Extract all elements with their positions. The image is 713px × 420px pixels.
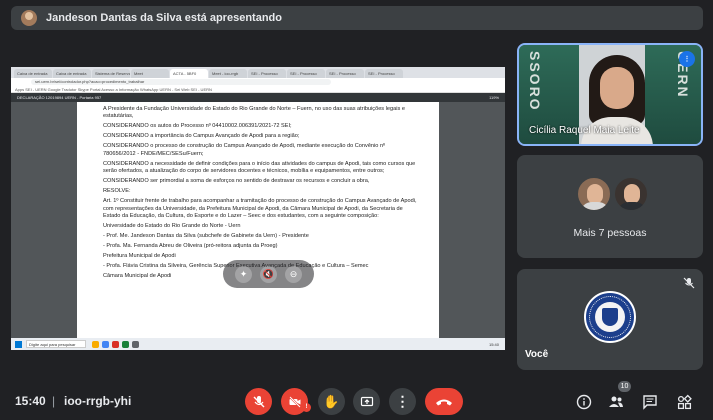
document-paragraph: A Presidente da Fundação Universidade do… <box>103 106 405 120</box>
pdf-title: DECLARAÇÃO 12019894 UERN - Portaria 957 <box>17 95 102 100</box>
browser-tab: SEI - Processo <box>287 69 325 78</box>
browser-tab: Caixa de entrada <box>14 69 52 78</box>
present-button[interactable] <box>353 388 380 415</box>
separator: | <box>52 394 56 408</box>
mic-toggle-button[interactable] <box>245 388 272 415</box>
people-count-badge: 10 <box>618 381 631 392</box>
windows-start-icon <box>15 340 22 348</box>
pdf-zoom: 119% <box>489 95 499 100</box>
browser-url: sei.uern.br/sei/controlador.php?acao=pro… <box>31 79 331 85</box>
browser-tab: Sistema de Reservas <box>92 69 130 78</box>
presenter-banner: Jandeson Dantas da Silva está apresentan… <box>11 6 703 30</box>
participant-avatar <box>577 177 611 211</box>
participant-avatar <box>614 177 648 211</box>
participant-tile-more[interactable]: Mais 7 pessoas <box>517 155 703 258</box>
document-paragraph: Universidade do Estado do Rio Grande do … <box>103 223 241 230</box>
chat-button[interactable] <box>641 393 659 411</box>
chrome-icon <box>102 340 109 348</box>
browser-bookmarks: Apps SEI - UERN Google Tradutor Skype Po… <box>11 86 505 93</box>
document-paragraph: RESOLVE: <box>103 188 131 195</box>
participant-tile-pinned[interactable]: SSORO UERN ⋮ Cicília Raquel Maia Leite <box>517 43 703 146</box>
pin-icon[interactable]: ✦ <box>235 265 252 283</box>
app-icon <box>132 340 139 348</box>
document-page: A Presidente da Fundação Universidade do… <box>77 102 439 338</box>
browser-tab: ACTA - 5BF0 <box>170 69 208 78</box>
document-paragraph: CONSIDERANDO os autos do Processo nº 044… <box>103 123 292 130</box>
activities-icon <box>677 394 692 410</box>
document-paragraph: CONSIDERANDO a necessidade de definir co… <box>103 160 416 175</box>
meeting-time: 15:40 <box>15 394 46 408</box>
shared-screen: Caixa de entrada Caixa de entrada Sistem… <box>11 67 505 350</box>
browser-tab-strip: Caixa de entrada Caixa de entrada Sistem… <box>11 67 505 78</box>
mute-presentation-icon[interactable]: 🔇 <box>260 265 277 283</box>
document-paragraph: Art. 1º Constituir frente de trabalho pa… <box>103 198 417 220</box>
taskbar-search: Digite aqui para pesquisar <box>26 340 86 348</box>
speaking-icon: ⋮ <box>679 51 695 67</box>
uern-logo <box>584 291 636 343</box>
meeting-details-button[interactable] <box>575 393 593 411</box>
browser-tab: Caixa de entrada <box>53 69 91 78</box>
taskbar-clock: 15:40 <box>488 341 499 347</box>
mic-off-icon <box>683 277 695 292</box>
end-call-icon <box>436 399 452 405</box>
presenter-avatar <box>21 10 37 26</box>
camera-off-icon <box>288 395 301 408</box>
activities-button[interactable] <box>675 393 693 411</box>
pdf-viewer: A Presidente da Fundação Universidade do… <box>11 102 505 338</box>
presentation-hover-controls: ✦ 🔇 ⊖ <box>223 260 314 288</box>
folder-icon <box>92 340 99 348</box>
info-icon <box>576 394 592 410</box>
participant-tile-self[interactable]: Você <box>517 269 703 370</box>
people-button[interactable] <box>607 393 625 411</box>
app-icon <box>122 340 129 348</box>
leave-call-button[interactable] <box>425 388 463 415</box>
browser-tab: SEI - Processo <box>326 69 364 78</box>
self-label: Você <box>525 349 549 360</box>
document-paragraph: CONSIDERANDO a importância do Campus Ava… <box>103 133 300 140</box>
more-options-button[interactable]: ⋮ <box>389 388 416 415</box>
document-paragraph: CONSIDERANDO o processo de construção do… <box>103 143 386 157</box>
camera-alert-badge: ! <box>302 403 311 412</box>
meeting-code: ioo-rrgb-yhi <box>64 394 132 408</box>
pdf-toolbar: DECLARAÇÃO 12019894 UERN - Portaria 957 … <box>11 93 505 102</box>
present-icon <box>360 396 373 406</box>
browser-address-bar: sei.uern.br/sei/controlador.php?acao=pro… <box>11 78 505 86</box>
people-icon <box>609 396 623 407</box>
browser-tab: SEI - Processo <box>248 69 286 78</box>
browser-tab: SEI - Processo <box>365 69 403 78</box>
more-people-label: Mais 7 pessoas <box>573 227 647 239</box>
document-paragraph: CONSIDERANDO ser primordial a soma de es… <box>103 178 370 185</box>
chat-icon <box>643 395 657 410</box>
document-paragraph: - Prof. Me. Jandeson Dantas da Silva (su… <box>103 233 309 240</box>
browser-tab: Meet <box>131 69 169 78</box>
participant-thumbnails <box>577 177 648 211</box>
app-icon <box>112 340 119 348</box>
windows-taskbar: Digite aqui para pesquisar 15:40 <box>11 338 505 350</box>
remove-icon[interactable]: ⊖ <box>285 265 302 283</box>
raise-hand-button[interactable]: ✋ <box>318 388 345 415</box>
presenter-banner-text: Jandeson Dantas da Silva está apresentan… <box>46 12 282 24</box>
participant-name: Cicília Raquel Maia Leite <box>529 125 640 136</box>
more-vert-icon: ⋮ <box>395 393 410 409</box>
mic-off-icon <box>253 395 264 407</box>
document-paragraph: - Profa. Ma. Fernanda Abreu de Oliveira … <box>103 243 278 250</box>
raise-hand-icon: ✋ <box>323 393 340 409</box>
browser-tab: Meet - ioo-rrgb <box>209 69 247 78</box>
